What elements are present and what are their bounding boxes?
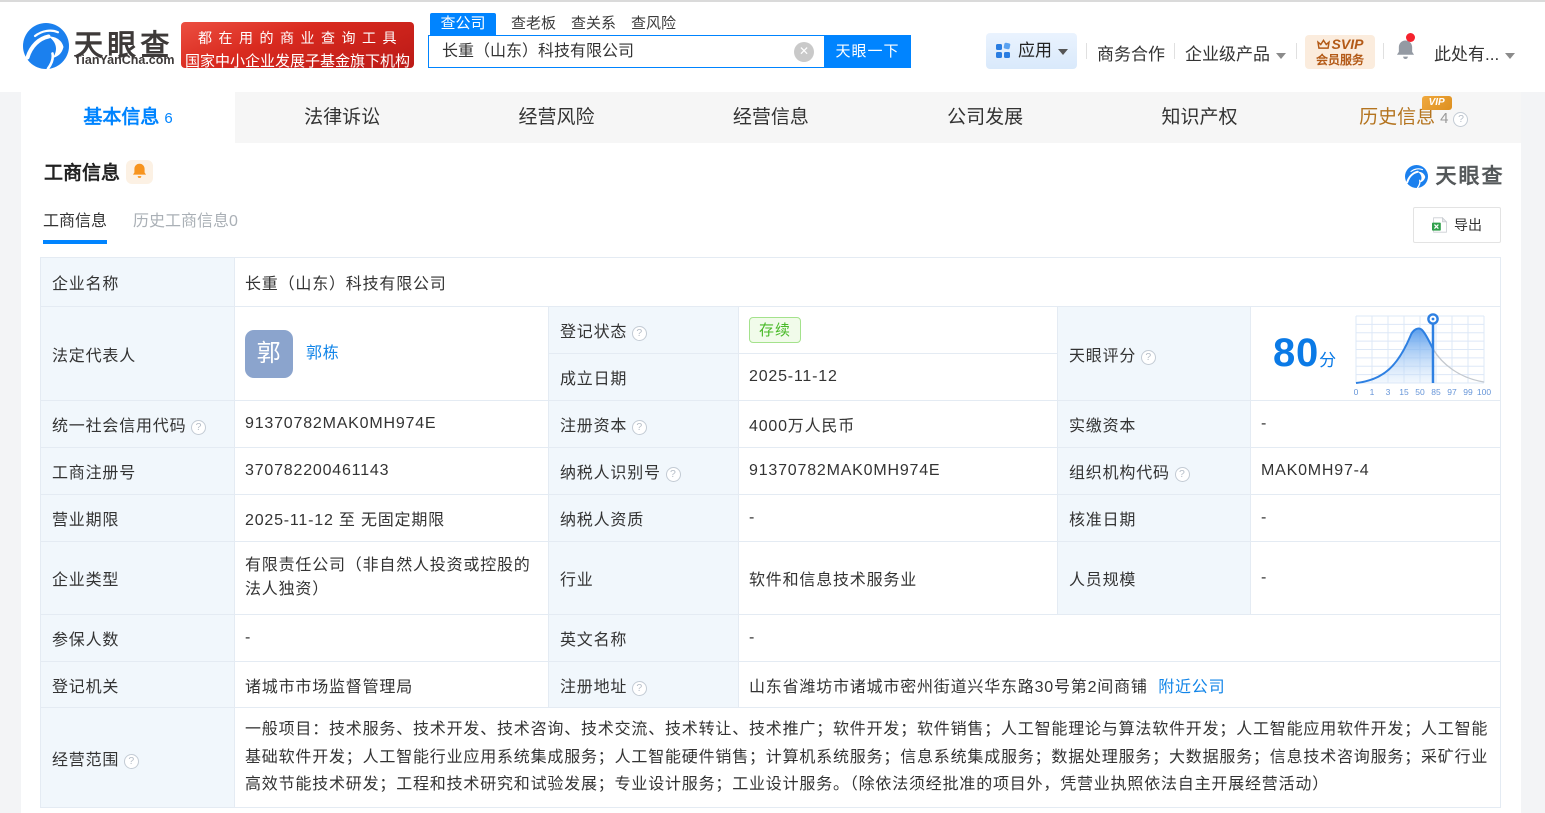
svg-text:100: 100 [1477, 387, 1491, 397]
svg-text:50: 50 [1415, 387, 1425, 397]
svg-text:15: 15 [1399, 387, 1409, 397]
svg-text:3: 3 [1386, 387, 1391, 397]
svg-text:85: 85 [1431, 387, 1441, 397]
svg-text:0: 0 [1354, 387, 1359, 397]
svg-text:1: 1 [1370, 387, 1375, 397]
svg-text:97: 97 [1447, 387, 1457, 397]
svg-text:99: 99 [1463, 387, 1473, 397]
